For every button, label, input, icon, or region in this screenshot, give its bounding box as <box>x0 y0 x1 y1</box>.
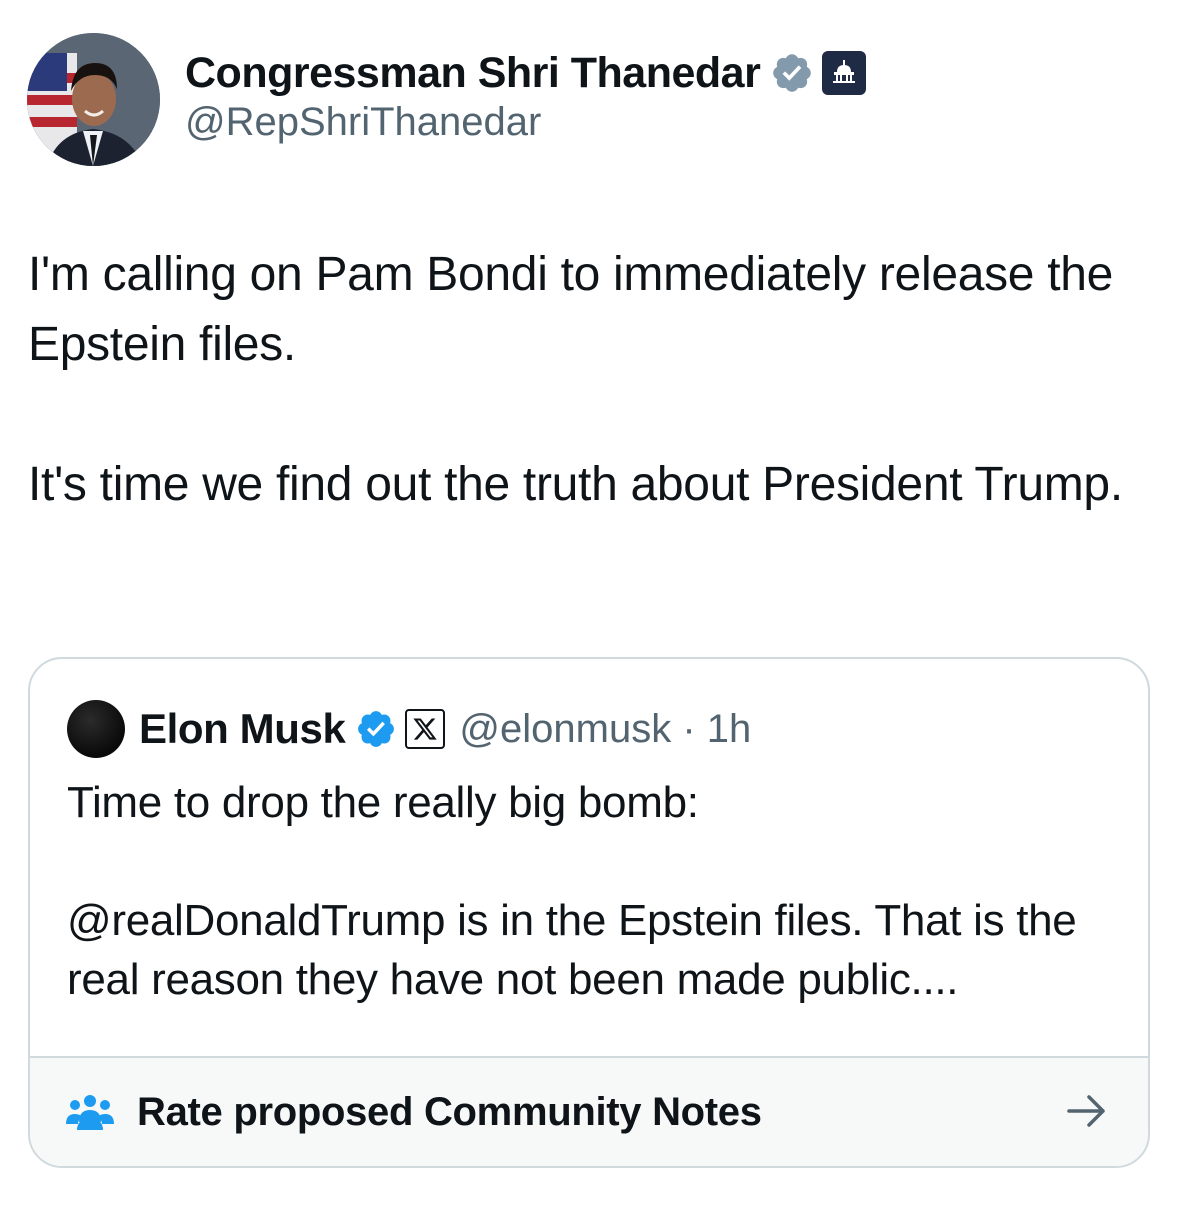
community-notes-label[interactable]: Rate proposed Community Notes <box>137 1090 762 1135</box>
tweet-text: I'm calling on Pam Bondi to immediately … <box>28 248 1123 511</box>
author-name-row: Congressman Shri Thanedar <box>185 44 867 102</box>
quoted-author-avatar[interactable] <box>67 700 125 758</box>
quoted-tweet-card[interactable]: Elon Musk @elonmusk · 1h Time to drop th… <box>28 657 1150 1168</box>
quoted-handle-time[interactable]: @elonmusk · 1h <box>459 707 751 752</box>
blue-verified-badge-icon[interactable] <box>355 708 397 750</box>
quoted-author-display-name[interactable]: Elon Musk <box>139 705 346 753</box>
author-handle[interactable]: @RepShriThanedar <box>185 100 541 145</box>
people-icon <box>65 1092 115 1132</box>
community-notes-bar[interactable]: Rate proposed Community Notes <box>30 1056 1148 1166</box>
capitol-icon[interactable] <box>822 51 867 95</box>
quoted-tweet-header: Elon Musk @elonmusk · 1h <box>67 700 751 758</box>
x-logo-icon[interactable] <box>405 709 446 749</box>
arrow-right-icon[interactable] <box>1066 1092 1108 1130</box>
author-display-name[interactable]: Congressman Shri Thanedar <box>185 49 761 98</box>
author-avatar[interactable] <box>27 33 160 166</box>
quoted-tweet-text: Time to drop the really big bomb: @realD… <box>67 778 1077 1004</box>
grey-verified-badge-icon[interactable] <box>770 51 814 95</box>
